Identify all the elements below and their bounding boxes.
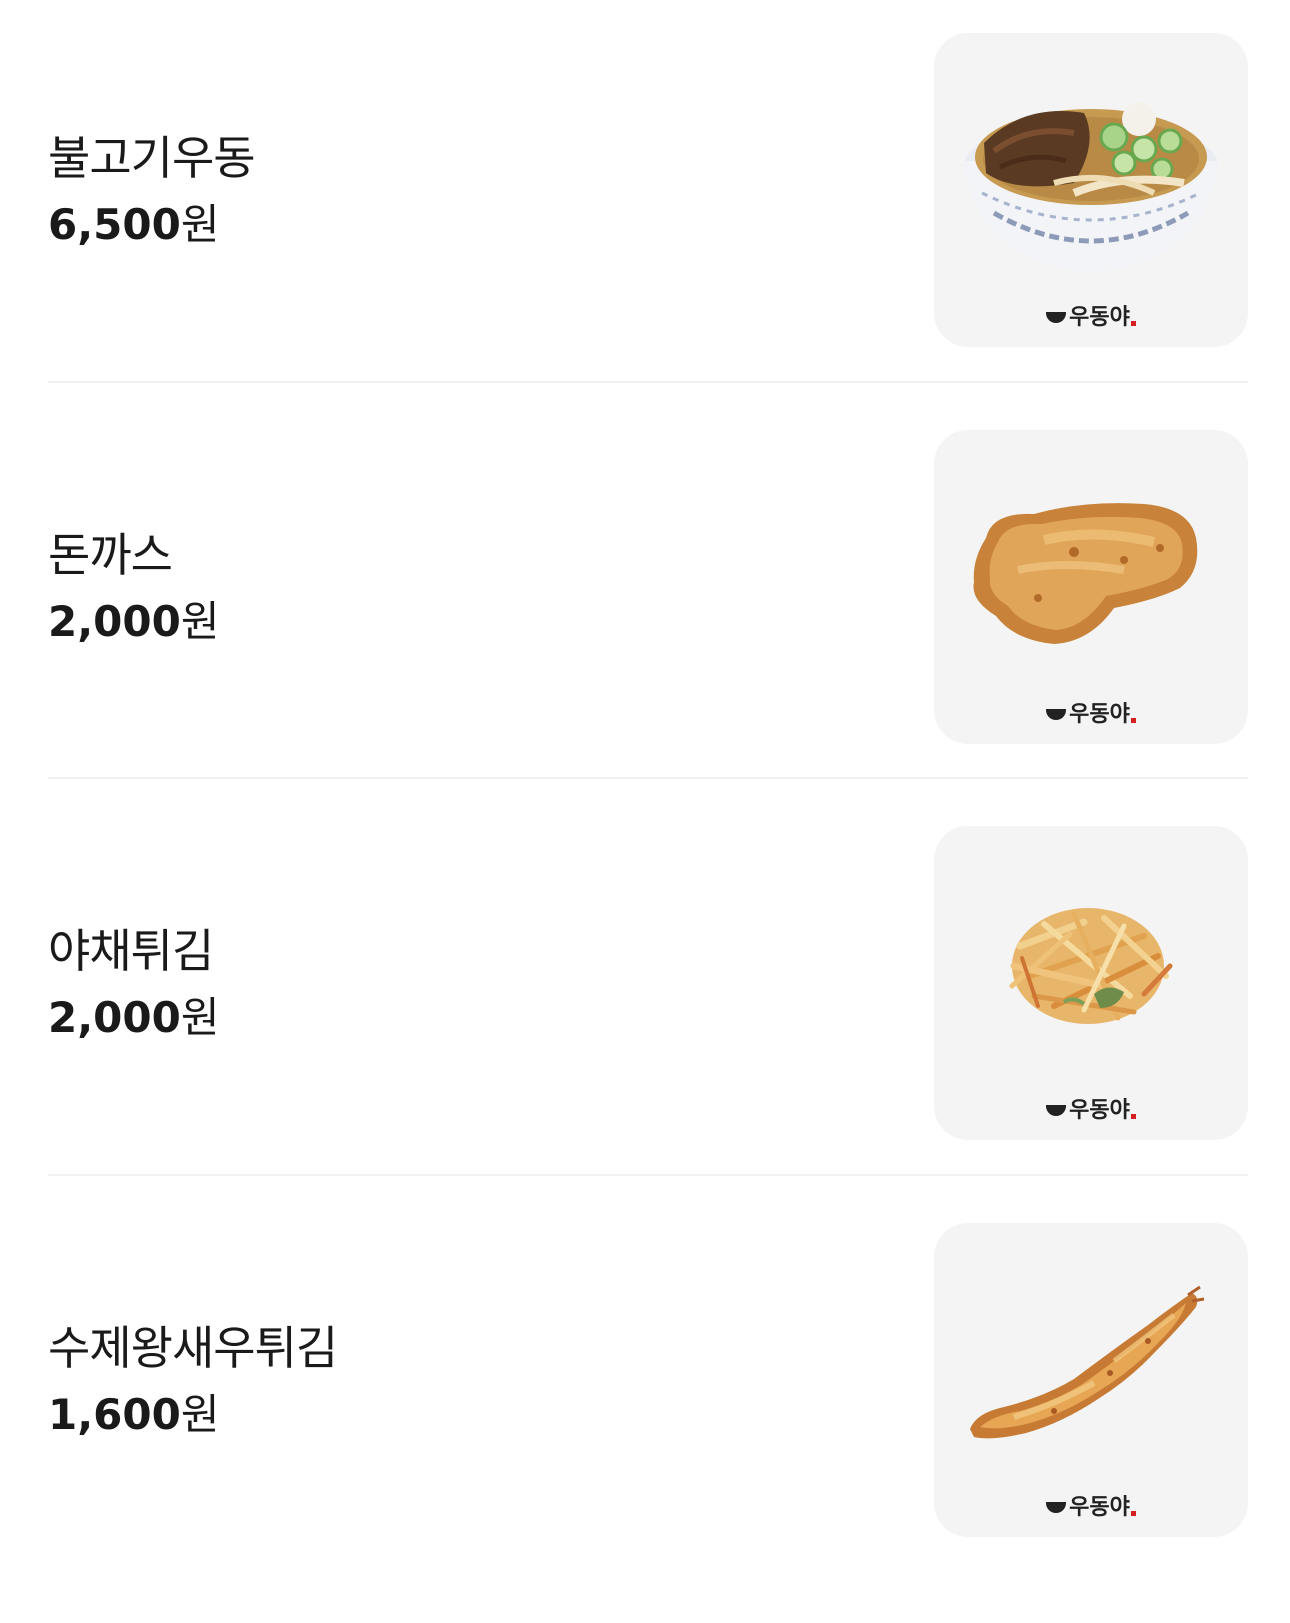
menu-item-price: 2,000원 (48, 597, 220, 647)
menu-item-text: 야채튀김 2,000원 (48, 826, 220, 1140)
menu-item-vegetable-tempura[interactable]: 야채튀김 2,000원 우동야 (48, 826, 1248, 1140)
price-amount: 2,000 (48, 597, 181, 646)
divider (48, 1174, 1248, 1176)
brand-logo: 우동야 (934, 1092, 1248, 1124)
menu-item-text: 수제왕새우튀김 1,600원 (48, 1223, 338, 1537)
price-amount: 1,600 (48, 1390, 181, 1439)
menu-item-text: 돈까스 2,000원 (48, 430, 220, 744)
menu-item-name: 불고기우동 (48, 131, 256, 185)
menu-item-image-vegetable-tempura[interactable]: 우동야 (934, 826, 1248, 1140)
divider (48, 777, 1248, 779)
menu-item-bulgogi-udon[interactable]: 불고기우동 6,500원 우동야 (48, 33, 1248, 347)
menu-item-text: 불고기우동 6,500원 (48, 33, 256, 347)
divider (48, 381, 1248, 383)
menu-item-pork-cutlet[interactable]: 돈까스 2,000원 우동야 (48, 430, 1248, 744)
price-currency: 원 (180, 993, 220, 1042)
menu-list: 불고기우동 6,500원 우동야 돈까스 2,000원 우동야 야채튀김 2,0… (0, 0, 1290, 1623)
menu-item-price: 6,500원 (48, 200, 255, 250)
menu-item-name: 야채튀김 (48, 924, 214, 978)
brand-logo: 우동야 (934, 696, 1248, 728)
menu-item-price: 2,000원 (48, 993, 220, 1043)
price-currency: 원 (180, 200, 220, 249)
price-currency: 원 (180, 597, 220, 646)
price-amount: 6,500 (48, 200, 181, 249)
menu-item-shrimp-tempura[interactable]: 수제왕새우튀김 1,600원 우동야 (48, 1223, 1248, 1537)
menu-item-name: 수제왕새우튀김 (48, 1321, 338, 1375)
menu-item-image-pork-cutlet[interactable]: 우동야 (934, 430, 1248, 744)
brand-logo: 우동야 (934, 1489, 1248, 1521)
menu-item-price: 1,600원 (48, 1390, 337, 1440)
menu-item-image-shrimp-tempura[interactable]: 우동야 (934, 1223, 1248, 1537)
menu-item-image-udon-bowl[interactable]: 우동야 (934, 33, 1248, 347)
price-amount: 2,000 (48, 993, 181, 1042)
menu-item-name: 돈까스 (48, 528, 173, 582)
brand-logo: 우동야 (934, 299, 1248, 331)
price-currency: 원 (180, 1390, 220, 1439)
